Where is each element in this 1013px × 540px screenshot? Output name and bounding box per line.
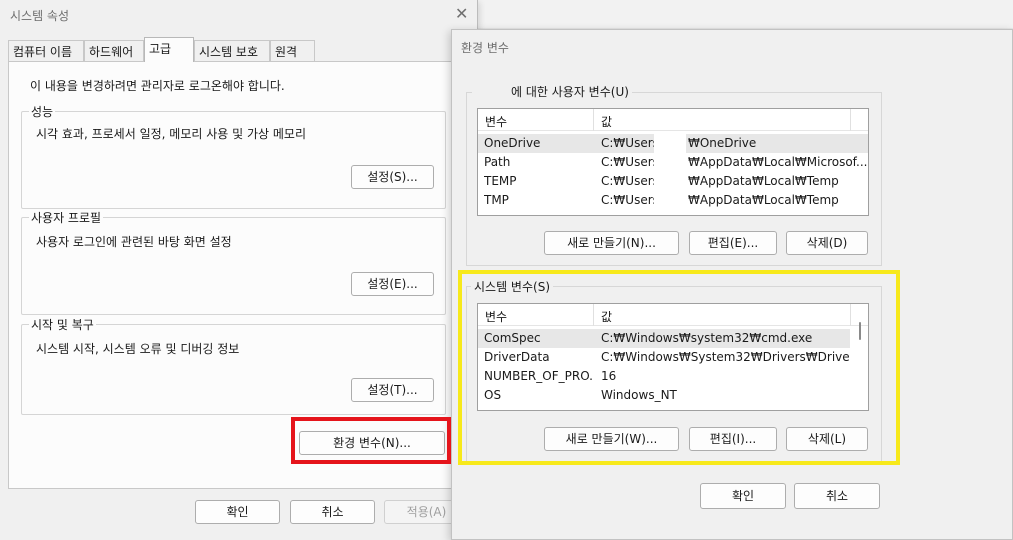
user-variables-table[interactable]: 변수 값 OneDrive C:₩Users₩ ₩OneDrive Path C… (477, 108, 869, 216)
close-icon[interactable]: ✕ (455, 6, 468, 22)
table-row[interactable]: ComSpec C:₩Windows₩system32₩cmd.exe (478, 329, 850, 348)
variable-value: Windows_NT (601, 388, 677, 402)
system-properties-dialog: 시스템 속성 ✕ 컴퓨터 이름 하드웨어 고급 시스템 보호 원격 이 내용을 … (0, 0, 478, 540)
column-divider (850, 304, 851, 326)
variable-value: C:₩Windows₩System32₩Drivers₩DriverData (601, 350, 849, 364)
system-delete-button[interactable]: 삭제(L) (786, 427, 868, 451)
table-row[interactable]: OS Windows_NT (478, 386, 850, 405)
tab-system-protection[interactable]: 시스템 보호 (194, 40, 270, 61)
tab-advanced[interactable]: 고급 (144, 37, 194, 62)
variable-name: TEMP (484, 174, 517, 188)
variable-value: 16 (601, 369, 617, 383)
system-edit-button[interactable]: 편집(I)... (689, 427, 777, 451)
startup-recovery-settings-button[interactable]: 설정(T)... (351, 378, 434, 402)
column-divider (593, 109, 594, 131)
system-new-button[interactable]: 새로 만들기(W)... (544, 427, 679, 451)
tab-hardware[interactable]: 하드웨어 (84, 40, 144, 61)
env-ok-button[interactable]: 확인 (700, 483, 786, 509)
dialog-title: 시스템 속성 (10, 9, 70, 23)
column-header-value[interactable]: 값 (601, 113, 612, 130)
user-profiles-description: 사용자 로그인에 관련된 바탕 화면 설정 (36, 235, 232, 249)
startup-recovery-label: 시작 및 복구 (29, 316, 96, 333)
cancel-button[interactable]: 취소 (290, 500, 375, 524)
startup-recovery-description: 시스템 시작, 시스템 오류 및 디버깅 정보 (36, 342, 240, 356)
variable-name: OS (484, 388, 502, 402)
admin-notice: 이 내용을 변경하려면 관리자로 로그온해야 합니다. (30, 79, 285, 93)
column-header-variable[interactable]: 변수 (485, 113, 507, 130)
variable-value-tail: ₩OneDrive (688, 136, 757, 150)
performance-description: 시각 효과, 프로세서 일정, 메모리 사용 및 가상 메모리 (36, 127, 306, 141)
column-header-variable[interactable]: 변수 (485, 308, 507, 325)
user-edit-button[interactable]: 편집(E)... (689, 231, 777, 255)
variable-name: OneDrive (484, 136, 541, 150)
variable-name: Path (484, 155, 511, 169)
table-row[interactable]: DriverData C:₩Windows₩System32₩Drivers₩D… (478, 348, 850, 367)
user-new-button[interactable]: 새로 만들기(N)... (544, 231, 679, 255)
environment-variables-dialog: 환경 변수 에 대한 사용자 변수(U) 변수 값 OneDrive C:₩Us… (451, 29, 1013, 540)
advanced-tab-panel: 이 내용을 변경하려면 관리자로 로그온해야 합니다. 성능 시각 효과, 프로… (8, 61, 460, 489)
redacted-username-mask (654, 134, 686, 214)
variable-value-tail: ₩AppData₩Local₩Temp (688, 174, 839, 188)
variable-value-tail: ₩AppData₩Local₩Temp (688, 193, 839, 207)
variable-name: ComSpec (484, 331, 541, 345)
performance-settings-button[interactable]: 설정(S)... (351, 165, 434, 189)
environment-variables-button[interactable]: 환경 변수(N)... (299, 431, 445, 455)
performance-label: 성능 (29, 103, 56, 120)
system-variables-table[interactable]: 변수 값 ComSpec C:₩Windows₩system32₩cmd.exe… (477, 303, 869, 411)
user-profiles-settings-button[interactable]: 설정(E)... (351, 272, 434, 296)
user-delete-button[interactable]: 삭제(D) (786, 231, 868, 255)
variable-value: C:₩Windows₩system32₩cmd.exe (601, 331, 813, 345)
system-variables-label: 시스템 변수(S) (471, 278, 553, 295)
variable-name: DriverData (484, 350, 550, 364)
user-variables-label: 에 대한 사용자 변수(U) (472, 83, 632, 100)
system-table-header: 변수 값 (478, 304, 868, 326)
user-profiles-group (21, 217, 446, 315)
background-window (478, 0, 1013, 28)
column-header-value[interactable]: 값 (601, 308, 612, 325)
user-profiles-label: 사용자 프로필 (29, 209, 104, 226)
table-row[interactable]: NUMBER_OF_PRO... 16 (478, 367, 850, 386)
user-table-header: 변수 값 (478, 109, 868, 131)
env-dialog-title: 환경 변수 (461, 41, 509, 55)
variable-name: TMP (484, 193, 509, 207)
ok-button[interactable]: 확인 (195, 500, 280, 524)
vertical-scrollbar[interactable] (859, 322, 861, 340)
dialog-footer: 확인 취소 적용(A) (0, 489, 478, 540)
column-divider (850, 109, 851, 131)
env-cancel-button[interactable]: 취소 (794, 483, 880, 509)
variable-name: NUMBER_OF_PRO... (484, 369, 594, 383)
variable-value-tail: ₩AppData₩Local₩Microsof... (688, 155, 868, 169)
tab-computer-name[interactable]: 컴퓨터 이름 (8, 40, 84, 61)
column-divider (593, 304, 594, 326)
tab-remote[interactable]: 원격 (270, 40, 315, 61)
